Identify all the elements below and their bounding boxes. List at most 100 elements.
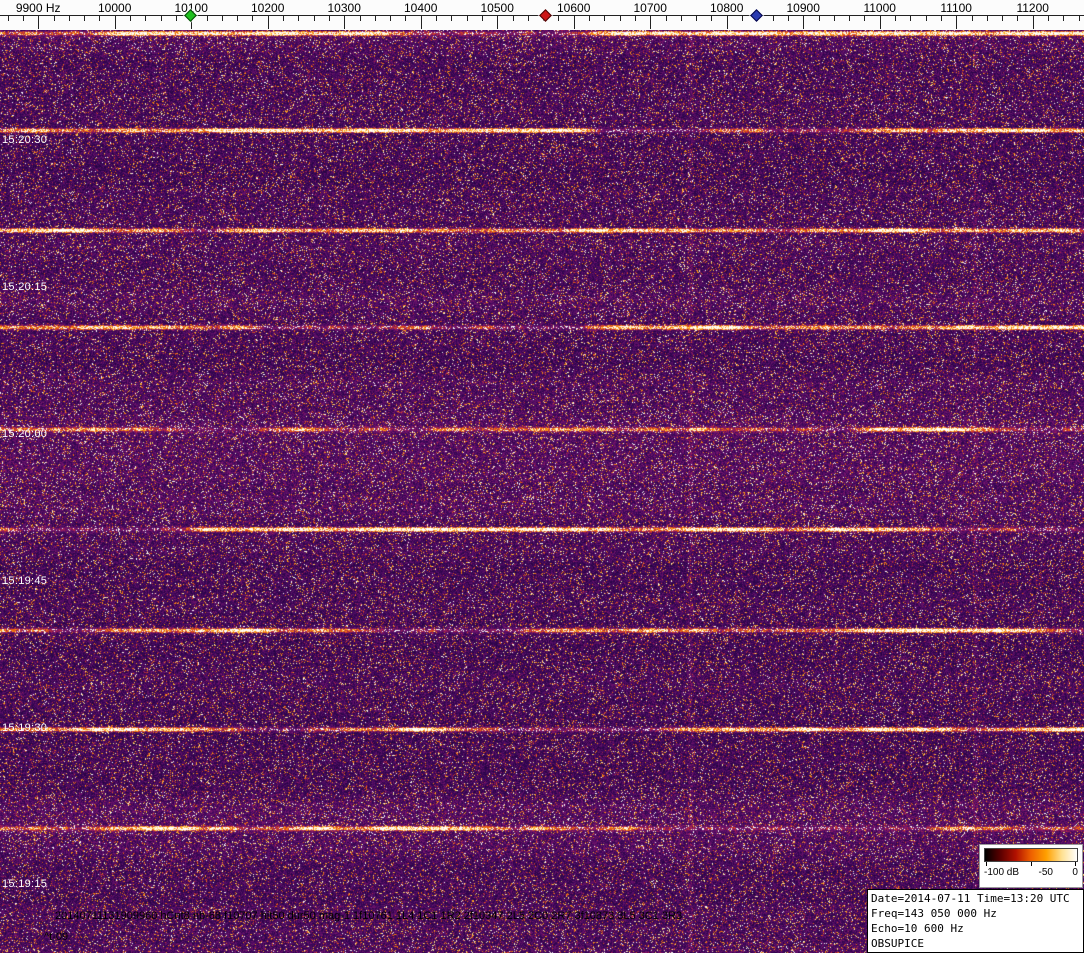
ruler-label: 9900 Hz <box>16 1 61 15</box>
ruler-tick <box>1033 15 1034 29</box>
colorbar-ticks <box>984 862 1078 866</box>
ruler-label: 10000 <box>98 1 131 15</box>
ruler-tick <box>252 15 253 21</box>
ruler-label: 10900 <box>787 1 820 15</box>
ruler-tick <box>558 15 559 21</box>
ruler-tick <box>344 15 345 29</box>
ruler-tick <box>1017 15 1018 21</box>
ruler-tick <box>497 15 498 29</box>
ruler-tick <box>574 15 575 29</box>
colorbar-legend: -100 dB -50 0 <box>979 844 1083 888</box>
ruler-label: 10700 <box>634 1 667 15</box>
ruler-tick <box>283 15 284 21</box>
ruler-tick <box>849 15 850 21</box>
ruler-label: 10200 <box>251 1 284 15</box>
ruler-tick <box>926 15 927 21</box>
ruler-tick <box>314 15 315 21</box>
ruler-tick <box>176 15 177 21</box>
ruler-tick <box>237 15 238 21</box>
ruler-tick <box>727 15 728 29</box>
ruler-label: 11000 <box>863 1 895 15</box>
ruler-tick <box>773 15 774 21</box>
ruler-tick <box>620 15 621 21</box>
ruler-tick <box>742 15 743 21</box>
ruler-tick <box>528 15 529 21</box>
ruler-tick <box>1079 15 1080 21</box>
ruler-tick <box>819 15 820 21</box>
ruler-tick <box>298 15 299 21</box>
ruler-label: 10500 <box>481 1 514 15</box>
ruler-tick <box>54 15 55 21</box>
ruler-tick <box>421 15 422 29</box>
ruler-tick <box>956 15 957 29</box>
ruler-tick <box>513 15 514 21</box>
ruler-tick <box>145 15 146 21</box>
ruler-tick <box>268 15 269 29</box>
ruler-tick <box>834 15 835 21</box>
ruler-tick <box>604 15 605 21</box>
ruler-tick <box>681 15 682 21</box>
ruler-tick <box>405 15 406 21</box>
blue-diamond-marker[interactable] <box>750 9 763 22</box>
ruler-tick <box>1063 15 1064 21</box>
ruler-label: 10400 <box>404 1 437 15</box>
ruler-tick <box>69 15 70 21</box>
ruler-tick <box>99 15 100 21</box>
ruler-label: 10800 <box>710 1 743 15</box>
ruler-tick <box>38 15 39 29</box>
ruler-label: 10600 <box>557 1 590 15</box>
ruler-tick <box>711 15 712 21</box>
ruler-tick <box>8 15 9 21</box>
ruler-label: 11200 <box>1016 1 1048 15</box>
info-freq-line: Freq=143 050 000 Hz <box>871 906 1080 921</box>
ruler-tick <box>880 15 881 29</box>
colorbar-min-label: -100 dB <box>984 867 1019 878</box>
ruler-tick <box>482 15 483 21</box>
ruler-tick <box>1002 15 1003 21</box>
colorbar-mid-label: -50 <box>1039 867 1053 878</box>
ruler-tick <box>161 15 162 21</box>
ruler-tick <box>467 15 468 21</box>
ruler-tick <box>375 15 376 21</box>
ruler-tick <box>864 15 865 21</box>
ruler-tick <box>589 15 590 21</box>
ruler-tick <box>360 15 361 21</box>
ruler-tick <box>941 15 942 21</box>
spectrogram-canvas[interactable] <box>0 30 1084 953</box>
ruler-tick <box>329 15 330 21</box>
ruler-tick <box>1048 15 1049 21</box>
ruler-tick <box>115 15 116 29</box>
info-echo-line: Echo=10 600 Hz <box>871 921 1080 936</box>
ruler-tick <box>84 15 85 21</box>
ruler-tick <box>635 15 636 21</box>
ruler-tick <box>696 15 697 21</box>
ruler-label: 10300 <box>328 1 361 15</box>
detection-status-line: 20140711131909960 hCnt8 nb-68 f10707 hit… <box>55 910 682 922</box>
red-diamond-marker[interactable] <box>539 9 552 22</box>
spectrum-waterfall-app: 9900 Hz 10000 10100 10200 10300 10400 10500 106… <box>0 0 1084 953</box>
frequency-ruler[interactable]: 9900 Hz 10000 10100 10200 10300 10400 10500 106… <box>0 0 1084 30</box>
colorbar-gradient <box>984 848 1078 862</box>
ruler-tick <box>207 15 208 21</box>
ruler-tick <box>788 15 789 21</box>
ruler-tick <box>23 15 24 21</box>
ruler-tick <box>972 15 973 21</box>
colorbar-tick <box>1075 862 1076 866</box>
ruler-tick <box>895 15 896 21</box>
ruler-tick <box>987 15 988 21</box>
info-date-line: Date=2014-07-11 Time=13:20 UTC <box>871 891 1080 906</box>
ruler-tick <box>390 15 391 21</box>
ruler-tick <box>910 15 911 21</box>
ruler-tick <box>436 15 437 21</box>
ruler-label: 11100 <box>940 1 972 15</box>
colorbar-tick <box>1031 862 1032 866</box>
observation-info-box: Date=2014-07-11 Time=13:20 UTC Freq=143 … <box>867 889 1084 953</box>
time-cursor-label: ^t-09 <box>44 931 68 943</box>
ruler-tick <box>222 15 223 21</box>
ruler-tick <box>130 15 131 21</box>
colorbar-tick <box>986 862 987 866</box>
colorbar-labels: -100 dB -50 0 <box>984 867 1078 878</box>
ruler-tick <box>451 15 452 21</box>
ruler-tick <box>803 15 804 29</box>
colorbar-max-label: 0 <box>1072 867 1078 878</box>
